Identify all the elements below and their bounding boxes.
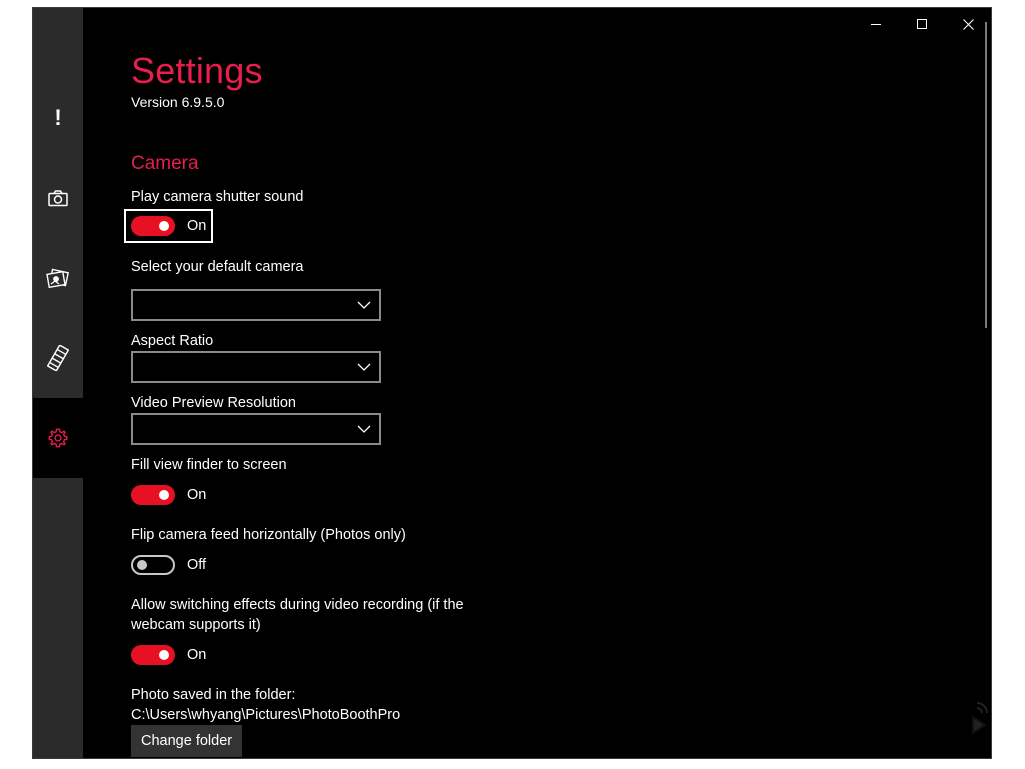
filmstrip-icon (47, 345, 69, 371)
photo-folder-path: C:\Users\whyang\Pictures\PhotoBoothPro (131, 707, 401, 723)
toggle-knob (159, 221, 169, 231)
switch-effects-label: Allow switching effects during video rec… (131, 597, 464, 633)
gear-icon (47, 427, 69, 449)
version-text: Version 6.9.5.0 (131, 94, 225, 110)
nav-item-camera[interactable] (33, 158, 83, 238)
exclamation-icon: ! (54, 105, 62, 130)
shutter-sound-toggle-row: On (124, 209, 214, 243)
page-title: Settings (131, 50, 263, 91)
switch-effects-toggle[interactable] (131, 645, 175, 665)
fill-view-state: On (187, 487, 207, 503)
chevron-down-icon (357, 425, 371, 433)
toggle-knob (159, 490, 169, 500)
preview-resolution-label: Video Preview Resolution (131, 395, 296, 411)
aspect-ratio-dropdown[interactable] (131, 351, 381, 383)
nav-item-effects[interactable] (33, 318, 83, 398)
photo-folder-label: Photo saved in the folder: (131, 687, 296, 703)
shutter-sound-label: Play camera shutter sound (131, 189, 304, 205)
camera-section-heading: Camera (131, 153, 199, 174)
change-folder-button[interactable]: Change folder (131, 725, 243, 757)
toggle-knob (159, 650, 169, 660)
fill-view-label: Fill view finder to screen (131, 457, 287, 473)
switch-effects-toggle-row: On (131, 640, 206, 670)
nav-rail: ! (33, 8, 83, 758)
photos-icon (46, 268, 70, 288)
preview-resolution-dropdown[interactable] (131, 413, 381, 445)
toggle-knob (137, 560, 147, 570)
default-camera-dropdown[interactable] (131, 289, 381, 321)
shutter-sound-toggle[interactable] (131, 216, 175, 236)
shutter-sound-state: On (187, 218, 207, 234)
chevron-down-icon (357, 301, 371, 309)
aspect-ratio-label: Aspect Ratio (131, 333, 214, 349)
settings-content: Settings Version 6.9.5.0 Camera Play cam… (124, 8, 991, 758)
camera-icon (48, 189, 68, 207)
fill-view-toggle[interactable] (131, 485, 175, 505)
fill-view-toggle-row: On (131, 480, 206, 510)
flip-feed-label: Flip camera feed horizontally (Photos on… (131, 527, 406, 543)
flip-feed-state: Off (187, 557, 207, 573)
flip-feed-toggle-row: Off (131, 550, 206, 580)
nav-item-gallery[interactable] (33, 238, 83, 318)
cast-icon[interactable] (963, 695, 991, 740)
switch-effects-state: On (187, 647, 207, 663)
default-camera-label: Select your default camera (131, 259, 304, 275)
nav-item-settings[interactable] (33, 398, 83, 478)
app-window: ! Settings Version 6.9.5.0 Camera Play c… (32, 7, 992, 759)
chevron-down-icon (357, 363, 371, 371)
flip-feed-toggle[interactable] (131, 555, 175, 575)
nav-item-whats-new[interactable]: ! (33, 78, 83, 158)
